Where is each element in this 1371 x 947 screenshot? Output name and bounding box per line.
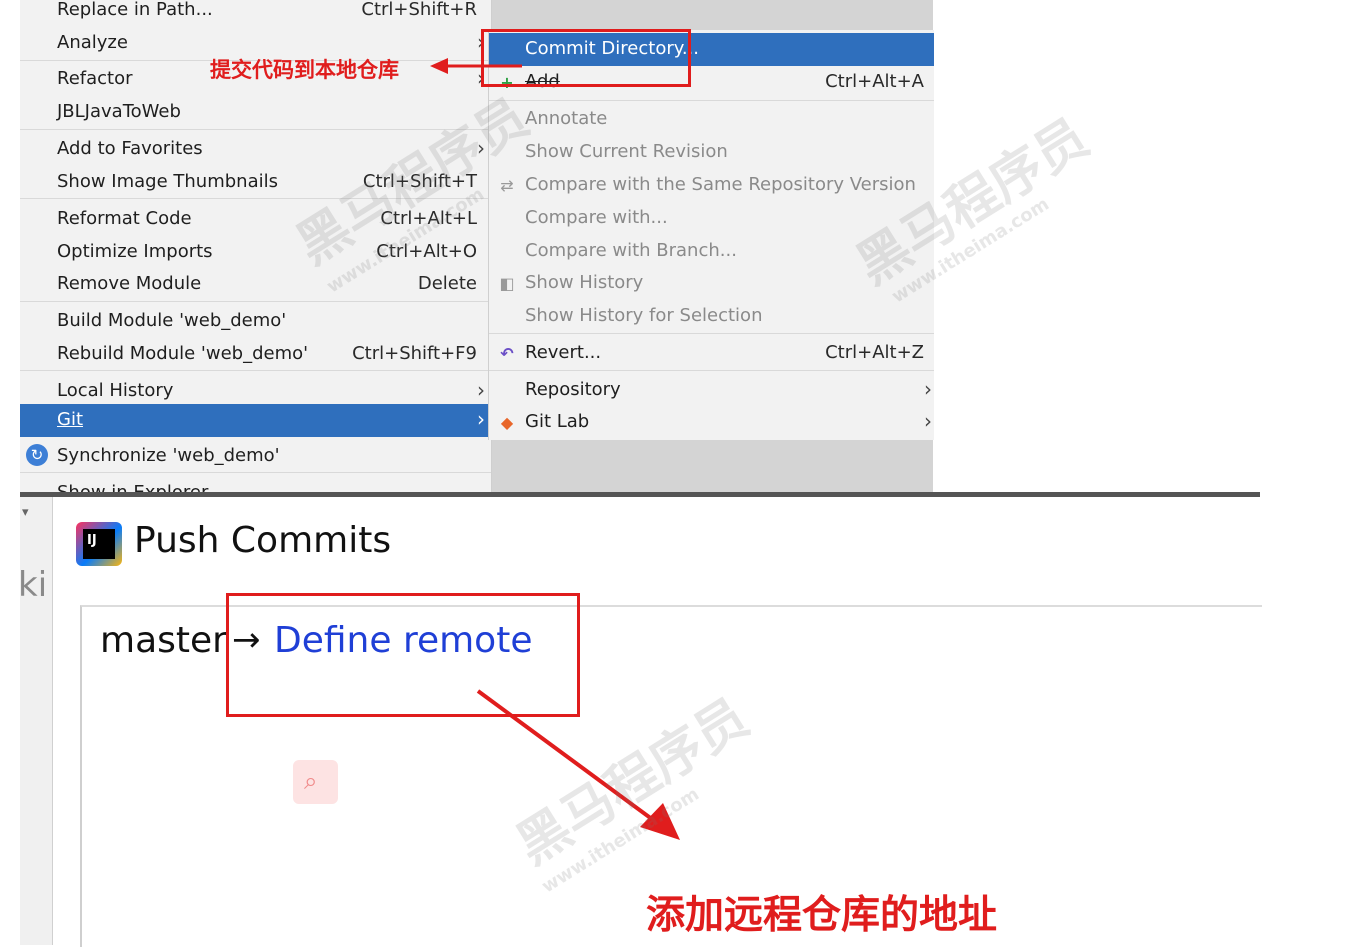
separator [20,472,491,473]
annotation-commit-note: 提交代码到本地仓库 [210,58,399,82]
separator [20,129,491,130]
dialog-top-border [20,492,1260,497]
search-icon: ⌕ [304,767,318,795]
chevron-right-icon: › [924,409,932,433]
submenu-item-compare-same-repo[interactable]: ⇄ Compare with the Same Repository Versi… [489,169,934,202]
background-text-fragment: ki [18,565,48,605]
revert-icon: ↶ [500,344,514,363]
menu-item-git[interactable]: Git › [20,404,491,437]
menu-item-remove-module[interactable]: Remove Module Delete [20,268,491,301]
menu-item-reformat-code[interactable]: Reformat Code Ctrl+Alt+L [20,203,491,236]
separator [489,333,934,334]
submenu-item-repository[interactable]: Repository › [489,374,934,407]
dialog-title: Push Commits [134,520,392,561]
history-icon: ◧ [499,274,515,293]
search-button[interactable]: ⌕ [293,760,338,804]
submenu-item-git-lab[interactable]: ◆ Git Lab › [489,406,934,439]
menu-item-synchronize[interactable]: ↻ Synchronize 'web_demo' [20,440,491,473]
separator [20,370,491,371]
chevron-right-icon: › [477,407,485,431]
menu-item-optimize-imports[interactable]: Optimize Imports Ctrl+Alt+O [20,236,491,269]
backdrop [492,440,933,492]
gitlab-icon: ◆ [500,413,514,432]
menu-item-jbljavatoweb[interactable]: JBLJavaToWeb [20,96,491,129]
chevron-right-icon: › [924,377,932,401]
annotation-arrow [476,689,680,840]
menu-item-build-module[interactable]: Build Module 'web_demo' [20,305,491,338]
chevron-right-icon: › [477,378,485,402]
background-editor-strip: ▾ ki [18,497,53,945]
sync-icon: ↻ [26,444,48,466]
collapse-icon: ▾ [22,505,29,520]
separator [20,301,491,302]
backdrop [492,0,933,30]
submenu-item-compare-with[interactable]: Compare with... [489,202,934,235]
submenu-item-compare-with-branch[interactable]: Compare with Branch... [489,235,934,268]
branch-name: master [100,620,227,661]
separator [20,198,491,199]
submenu-item-show-current-revision[interactable]: Show Current Revision [489,136,934,169]
submenu-item-revert[interactable]: ↶ Revert... Ctrl+Alt+Z [489,337,934,370]
menu-item-add-to-favorites[interactable]: Add to Favorites › [20,133,491,166]
git-submenu: Commit Directory... + Add Ctrl+Alt+A Ann… [488,30,934,440]
separator [489,100,934,101]
annotation-arrow [430,58,522,74]
menu-item-show-in-explorer[interactable]: Show in Explorer [20,477,491,492]
menu-item-show-image-thumbnails[interactable]: Show Image Thumbnails Ctrl+Shift+T [20,166,491,199]
separator [489,370,934,371]
submenu-item-show-history-selection[interactable]: Show History for Selection [489,300,934,333]
intellij-logo-icon: IJ [76,522,122,566]
annotation-remote-note: 添加远程仓库的地址 [646,893,998,938]
compare-arrows-icon: ⇄ [500,176,514,195]
menu-item-rebuild-module[interactable]: Rebuild Module 'web_demo' Ctrl+Shift+F9 [20,338,491,371]
submenu-item-show-history[interactable]: ◧ Show History [489,267,934,300]
menu-item-replace-in-path[interactable]: Replace in Path... Ctrl+Shift+R [20,0,491,27]
chevron-right-icon: › [477,136,485,160]
submenu-item-annotate[interactable]: Annotate [489,103,934,136]
